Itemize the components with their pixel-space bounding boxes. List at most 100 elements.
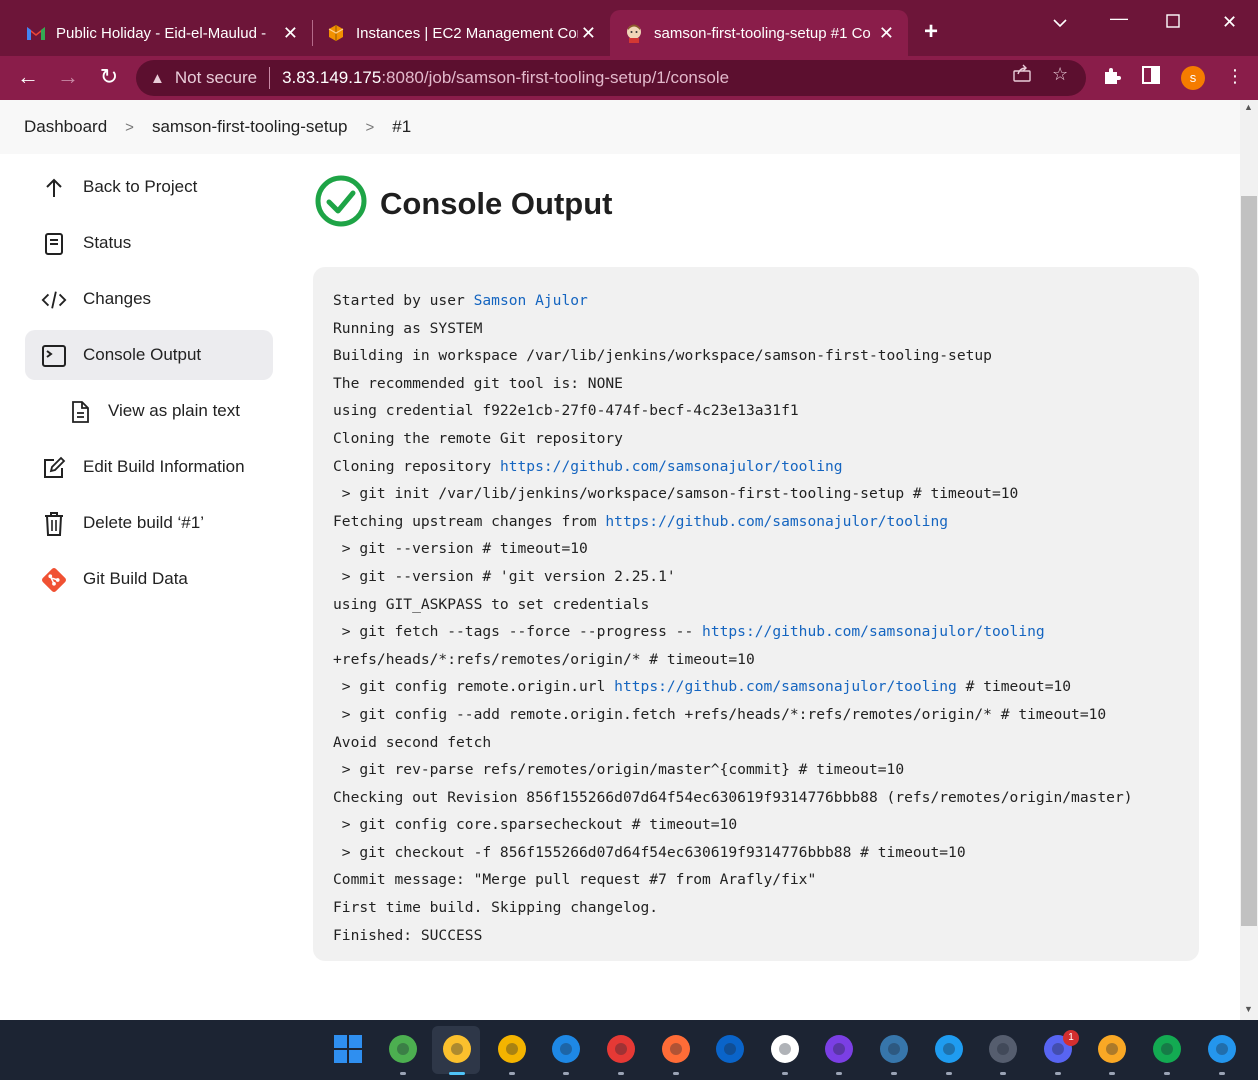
url-path[interactable]: :8080/job/samson-first-tooling-setup/1/c… <box>381 68 729 88</box>
close-tab-icon[interactable]: ✕ <box>879 23 894 44</box>
console-link[interactable]: https://github.com/samsonajulor/tooling <box>500 458 843 475</box>
profile-avatar[interactable]: s <box>1181 66 1205 90</box>
console-link[interactable]: https://github.com/samsonajulor/tooling <box>605 513 948 530</box>
sidebar-item-console-output[interactable]: Console Output <box>25 330 273 380</box>
page-scrollbar-thumb[interactable] <box>1241 196 1257 926</box>
chevron-right-icon: > <box>125 118 134 136</box>
side-panel-icon[interactable] <box>1142 66 1160 89</box>
security-label[interactable]: Not secure <box>175 68 257 88</box>
maximize-icon[interactable] <box>1166 12 1180 33</box>
console-line: +refs/heads/*:refs/remotes/origin/* # ti… <box>333 646 1179 674</box>
console-line: Checking out Revision 856f155266d07d64f5… <box>333 784 1179 812</box>
tab-title: samson-first-tooling-setup #1 Co <box>654 24 871 42</box>
running-indicator <box>400 1072 406 1075</box>
terminal-icon <box>41 343 67 369</box>
arrow-up-icon <box>41 175 67 201</box>
python-icon[interactable] <box>877 1032 911 1066</box>
breadcrumb-dashboard[interactable]: Dashboard <box>24 117 107 137</box>
build-sidebar: Back to Project Status Changes Console O… <box>25 162 273 610</box>
forward-arrow-icon[interactable]: → <box>54 64 82 90</box>
scroll-up-arrow-icon[interactable]: ▲ <box>1244 102 1253 112</box>
running-indicator <box>1164 1072 1170 1075</box>
terminal-icon[interactable] <box>986 1032 1020 1066</box>
running-indicator <box>1219 1072 1225 1075</box>
console-line: Cloning repository https://github.com/sa… <box>333 453 1179 481</box>
console-output-log: Started by user Samson Ajulor Running as … <box>313 267 1199 961</box>
console-text: Started by user <box>333 292 474 309</box>
url-host[interactable]: 3.83.149.175 <box>282 68 381 88</box>
tab-gmail[interactable]: Public Holiday - Eid-el-Maulud - ✕ <box>12 10 312 56</box>
file-explorer-icon[interactable] <box>495 1032 529 1066</box>
bookmark-star-icon[interactable]: ☆ <box>1052 64 1068 85</box>
file-text-icon <box>67 399 93 425</box>
extensions-puzzle-icon[interactable] <box>1102 66 1122 91</box>
opera-icon[interactable] <box>604 1032 638 1066</box>
running-indicator <box>946 1072 952 1075</box>
menu-kebab-icon[interactable]: ⋮ <box>1226 66 1244 87</box>
back-arrow-icon[interactable]: ← <box>14 64 42 90</box>
console-text: Finished: SUCCESS <box>333 926 483 944</box>
mongodb-icon[interactable] <box>1150 1032 1184 1066</box>
close-tab-icon[interactable]: ✕ <box>283 23 298 44</box>
console-text: Building in workspace /var/lib/jenkins/w… <box>333 347 992 365</box>
share-icon[interactable] <box>1012 64 1032 87</box>
console-line: Avoid second fetch <box>333 729 1179 757</box>
console-text: > git checkout -f 856f155266d07d64f54ec6… <box>333 843 966 861</box>
console-line: Building in workspace /var/lib/jenkins/w… <box>333 342 1179 370</box>
sidebar-item-changes[interactable]: Changes <box>25 274 273 324</box>
sidebar-item-label: Changes <box>83 289 152 308</box>
console-line: > git fetch --tags --force --progress --… <box>333 618 1179 646</box>
tab-search-icon[interactable] <box>1052 12 1068 33</box>
warning-triangle-icon[interactable]: ▲ <box>150 70 165 87</box>
sidebar-item-git-build-data[interactable]: Git Build Data <box>25 554 273 604</box>
console-text: > git config remote.origin.url <box>333 678 615 696</box>
document-icon <box>41 231 67 257</box>
postman-icon[interactable] <box>659 1032 693 1066</box>
sidebar-item-edit-build-information[interactable]: Edit Build Information <box>25 442 273 492</box>
outlook-icon[interactable] <box>713 1032 747 1066</box>
console-link[interactable]: https://github.com/samsonajulor/tooling <box>614 678 957 695</box>
console-text: Cloning repository <box>333 457 500 475</box>
intellij-icon[interactable] <box>822 1032 856 1066</box>
reload-icon[interactable]: ↻ <box>95 64 123 90</box>
chrome-icon[interactable] <box>386 1032 420 1066</box>
breadcrumb-project[interactable]: samson-first-tooling-setup <box>152 117 348 137</box>
vscode-icon[interactable] <box>932 1032 966 1066</box>
trash-icon <box>41 511 67 537</box>
console-text: Fetching upstream changes from <box>333 512 606 530</box>
console-link[interactable]: https://github.com/samsonajulor/tooling <box>702 623 1045 640</box>
close-tab-icon[interactable]: ✕ <box>581 23 596 44</box>
close-window-icon[interactable]: ✕ <box>1222 12 1237 33</box>
address-bar[interactable]: ▲ Not secure 3.83.149.175 :8080/job/sams… <box>136 60 1086 96</box>
paint-icon[interactable] <box>1095 1032 1129 1066</box>
console-text: using credential f922e1cb-27f0-474f-becf… <box>333 402 799 420</box>
notion-icon[interactable] <box>768 1032 802 1066</box>
sidebar-item-view-as-plain-text[interactable]: View as plain text <box>25 386 273 436</box>
console-line: Running as SYSTEM <box>333 315 1179 343</box>
chevron-right-icon: > <box>365 118 375 136</box>
chrome-profile-icon[interactable] <box>440 1032 474 1066</box>
tab-ec2[interactable]: Instances | EC2 Management Con ✕ <box>312 10 610 56</box>
sidebar-item-delete-build[interactable]: Delete build ‘#1’ <box>25 498 273 548</box>
sidebar-item-back-to-project[interactable]: Back to Project <box>25 162 273 212</box>
minimize-icon[interactable]: — <box>1110 8 1128 29</box>
edge-icon[interactable] <box>549 1032 583 1066</box>
new-tab-icon[interactable]: + <box>924 18 938 46</box>
console-line: Fetching upstream changes from https://g… <box>333 508 1179 536</box>
tab-title: Instances | EC2 Management Con <box>356 24 578 42</box>
console-text: Cloning the remote Git repository <box>333 429 623 447</box>
docker-icon[interactable] <box>1205 1032 1239 1066</box>
tab-jenkins-console[interactable]: samson-first-tooling-setup #1 Co ✕ <box>610 10 908 56</box>
breadcrumb-build[interactable]: #1 <box>392 117 411 137</box>
sidebar-item-status[interactable]: Status <box>25 218 273 268</box>
console-link[interactable]: Samson Ajulor <box>474 292 588 309</box>
running-indicator <box>673 1072 679 1075</box>
scroll-down-arrow-icon[interactable]: ▼ <box>1244 1004 1253 1014</box>
console-text: > git fetch --tags --force --progress -- <box>333 623 703 641</box>
console-line: > git config remote.origin.url https://g… <box>333 673 1179 701</box>
windows-start-icon[interactable] <box>331 1032 365 1066</box>
browser-toolbar: ← → ↻ ▲ Not secure 3.83.149.175 :8080/jo… <box>0 56 1258 100</box>
running-indicator <box>891 1072 897 1075</box>
running-indicator <box>618 1072 624 1075</box>
jenkins-icon <box>624 23 644 43</box>
